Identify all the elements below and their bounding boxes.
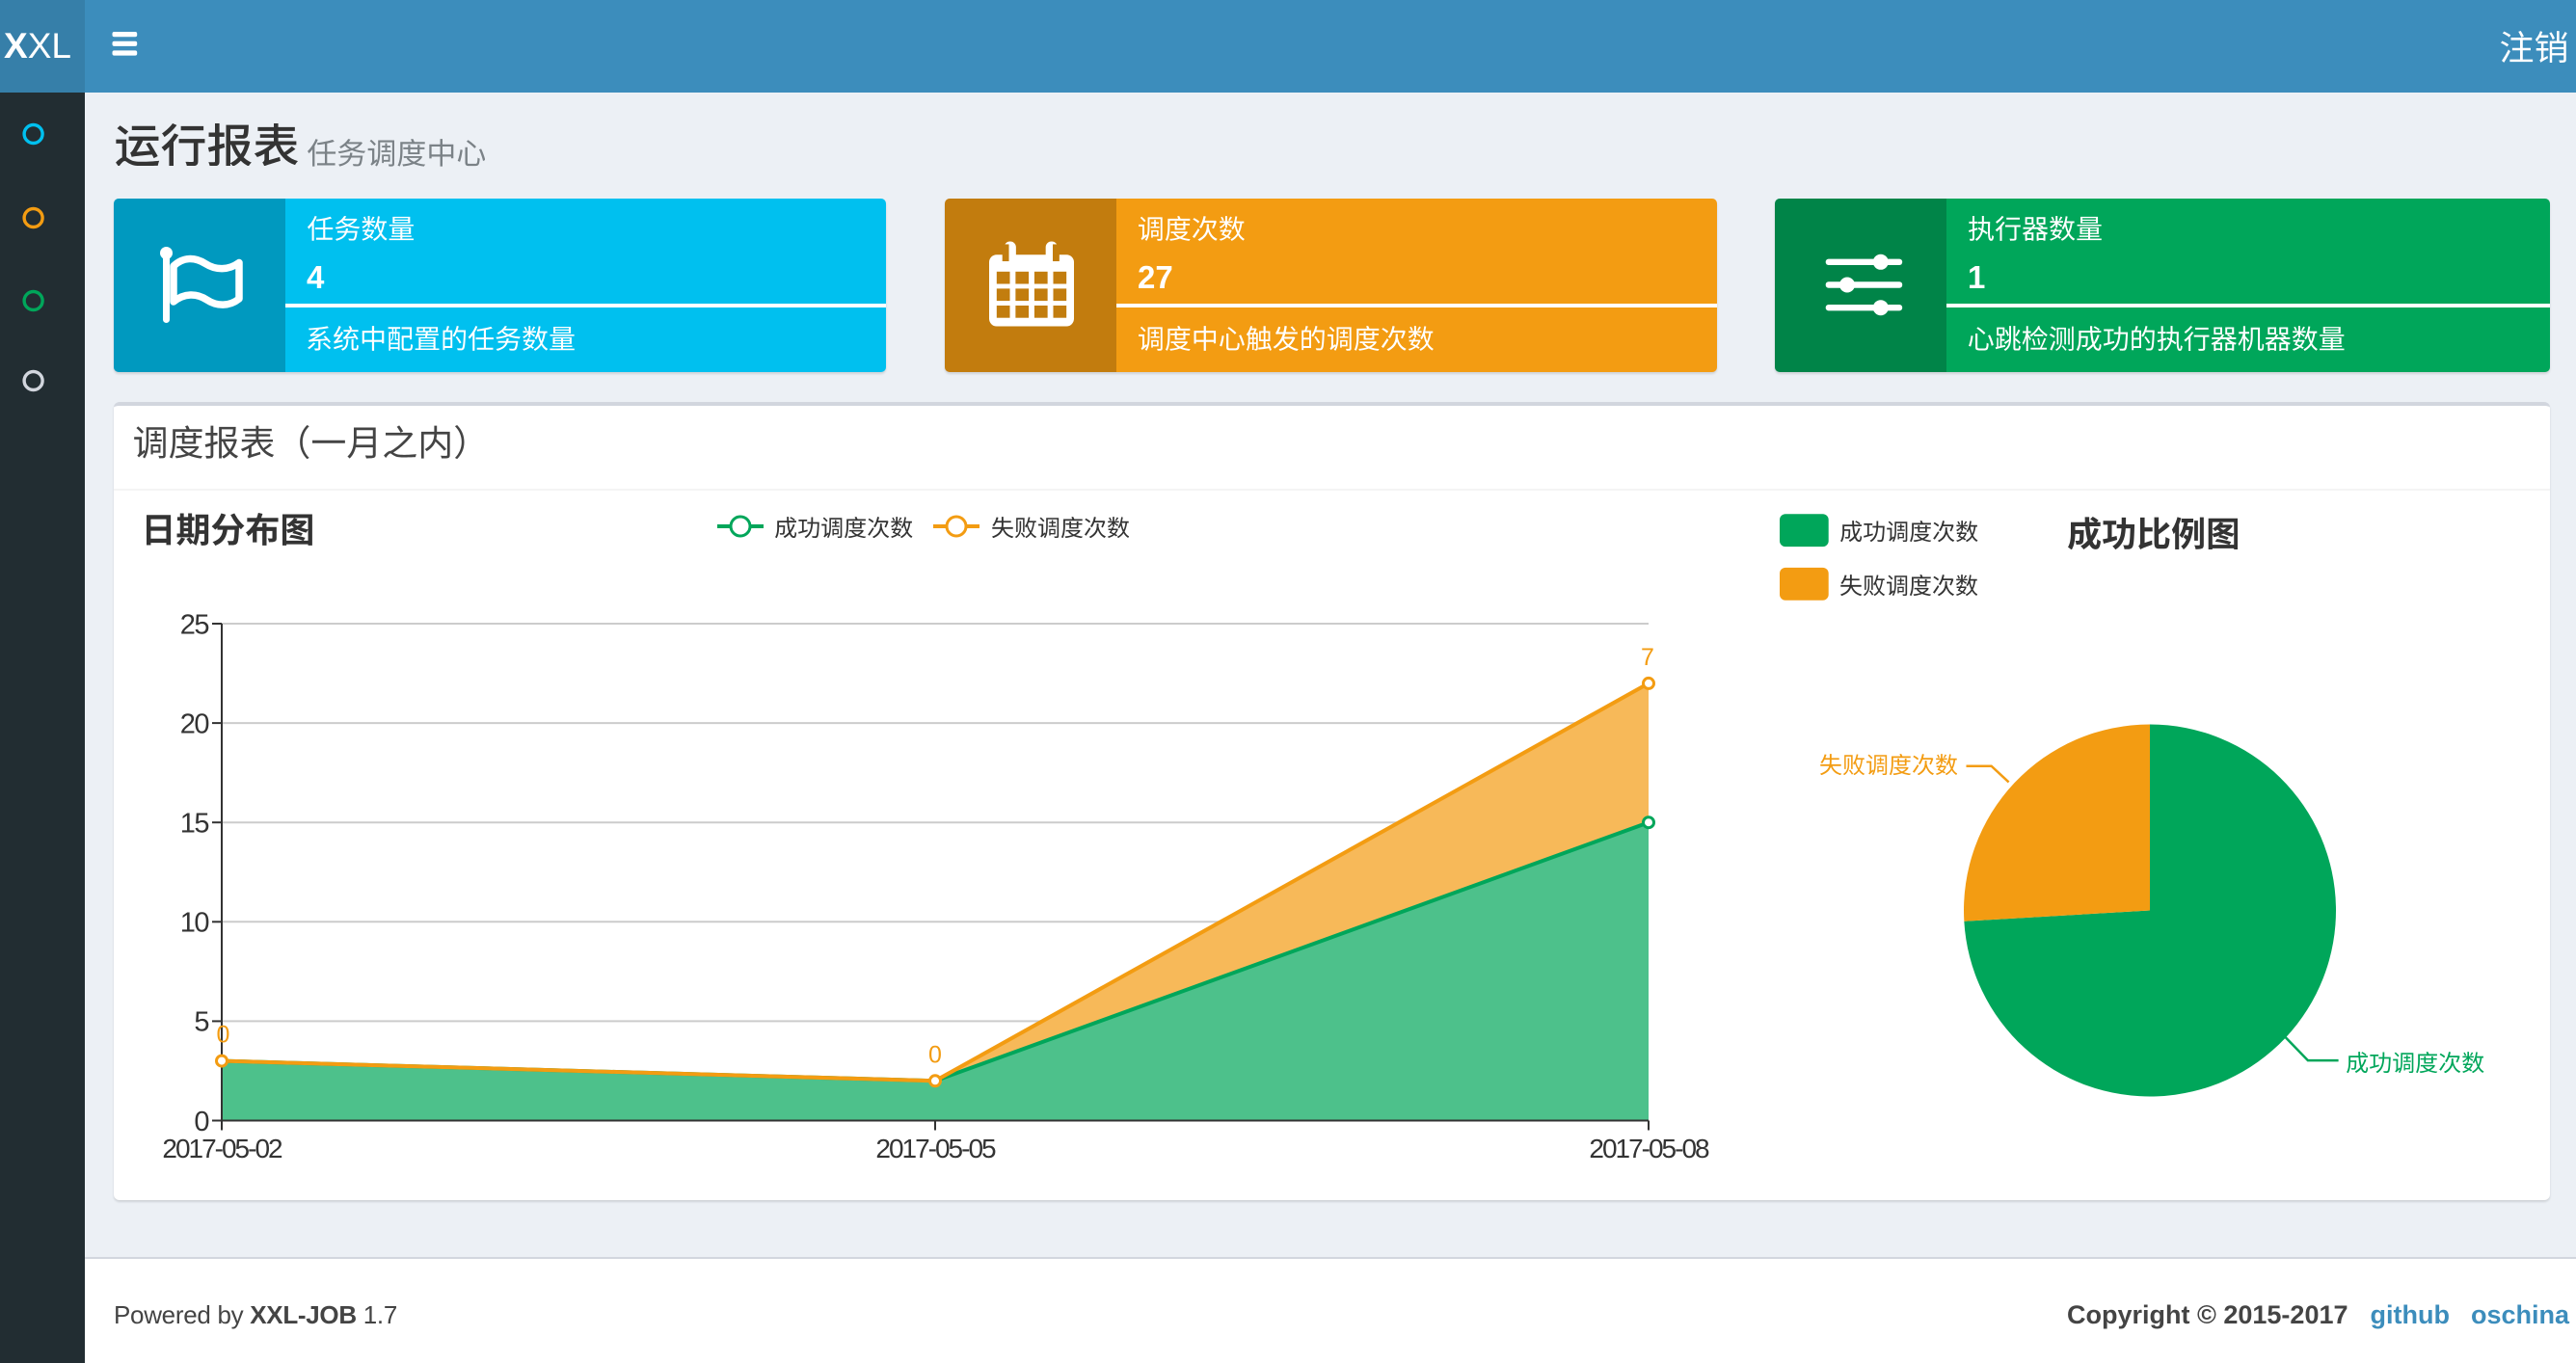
svg-text:2017-05-05: 2017-05-05: [875, 1134, 996, 1163]
svg-text:10: 10: [180, 908, 209, 939]
svg-text:20: 20: [180, 708, 209, 739]
svg-text:7: 7: [1641, 644, 1654, 671]
svg-text:0: 0: [217, 1022, 230, 1049]
svg-text:2017-05-08: 2017-05-08: [1589, 1134, 1709, 1163]
svg-text:0: 0: [928, 1041, 942, 1068]
svg-text:5: 5: [194, 1007, 208, 1038]
svg-text:2017-05-02: 2017-05-02: [162, 1134, 282, 1163]
svg-text:15: 15: [180, 809, 209, 840]
svg-text:25: 25: [180, 609, 209, 640]
svg-text:0: 0: [194, 1107, 208, 1137]
